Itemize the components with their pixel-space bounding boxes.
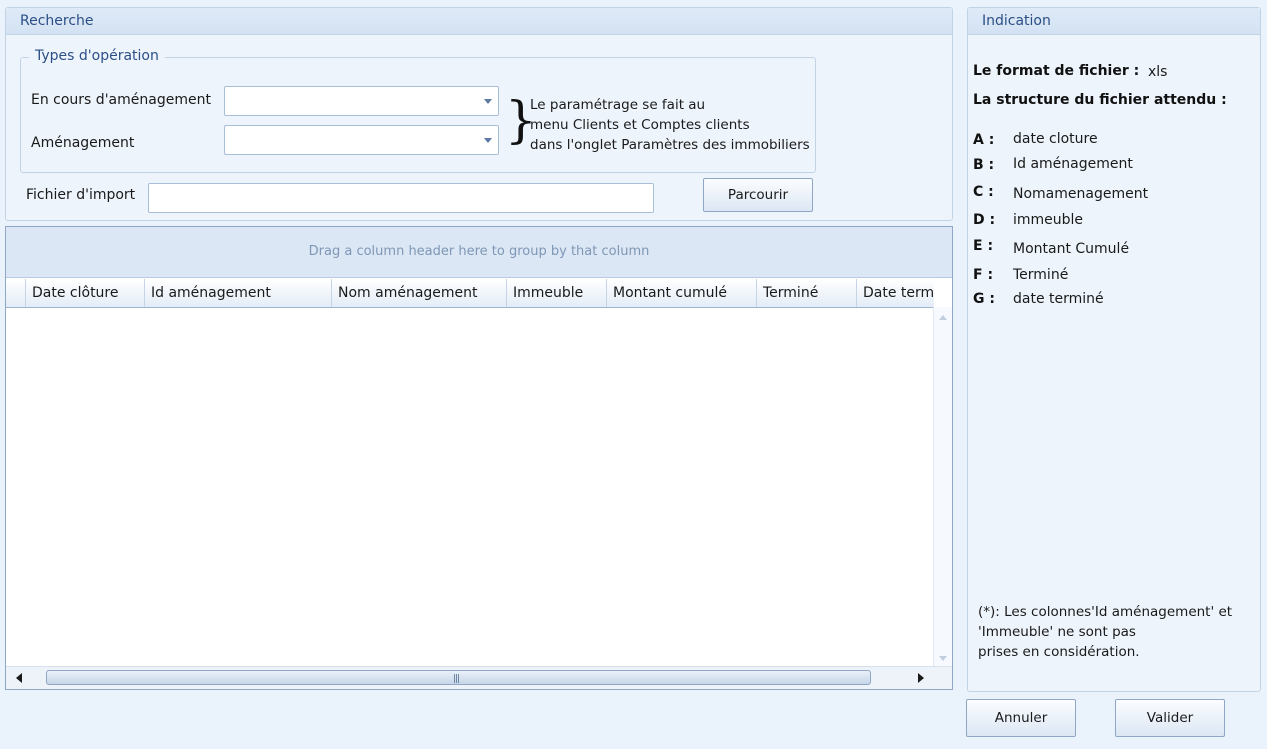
column-header-termine[interactable]: Terminé [756, 279, 856, 307]
structure-letter: D : [973, 212, 996, 228]
structure-field: immeuble [1013, 212, 1084, 228]
structure-letter: E : [973, 238, 994, 254]
grid-body[interactable] [6, 308, 934, 669]
annuler-button[interactable]: Annuler [966, 699, 1076, 737]
indication-panel: Indication Le format de fichier : xls La… [967, 7, 1261, 692]
types-operation-legend: Types d'opération [29, 48, 165, 64]
column-header-id-amenagement[interactable]: Id aménagement [144, 279, 331, 307]
parametrage-note-line: menu Clients et Comptes clients [530, 117, 750, 133]
chevron-down-icon[interactable] [484, 138, 492, 143]
grip-icon: ||| [453, 674, 460, 684]
amenagement-combo[interactable] [224, 125, 499, 155]
format-label: Le format de fichier : [973, 63, 1140, 79]
horizontal-scroll-thumb[interactable]: ||| [46, 670, 871, 685]
parametrage-note-line: dans l'onglet Paramètres des immobiliers [530, 137, 810, 153]
group-by-panel[interactable]: Drag a column header here to group by th… [6, 227, 952, 278]
recherche-title: Recherche [6, 8, 952, 35]
horizontal-scrollbar[interactable]: ||| [6, 666, 952, 689]
structure-field: Id aménagement [1013, 156, 1133, 172]
footnote: (*): Les colonnes'Id aménagement' et 'Im… [978, 602, 1248, 662]
parcourir-button[interactable]: Parcourir [703, 178, 813, 212]
vertical-scrollbar[interactable] [933, 307, 952, 669]
scroll-left-icon[interactable] [16, 673, 22, 683]
valider-button[interactable]: Valider [1115, 699, 1225, 737]
grid-header-row: Date clôture Id aménagement Nom aménagem… [6, 279, 934, 308]
column-header-montant-cumule[interactable]: Montant cumulé [606, 279, 756, 307]
structure-letter: C : [973, 184, 994, 200]
footnote-line: (*): Les colonnes'Id aménagement' et [978, 604, 1233, 620]
structure-field: Nomamenagement [1013, 186, 1149, 202]
scroll-right-icon[interactable] [918, 673, 924, 683]
structure-field: Terminé [1013, 267, 1069, 283]
column-header-immeuble[interactable]: Immeuble [506, 279, 606, 307]
format-value: xls [1148, 64, 1168, 80]
structure-letter: G : [973, 291, 995, 307]
structure-field: Montant Cumulé [1013, 241, 1130, 257]
structure-letter: A : [973, 132, 995, 148]
structure-field: date terminé [1013, 291, 1104, 307]
recherche-panel: Recherche Types d'opération En cours d'a… [5, 7, 953, 221]
footnote-line: 'Immeuble' ne sont pas [978, 624, 1136, 640]
footnote-line: prises en considération. [978, 644, 1140, 660]
parametrage-note: Le paramétrage se fait au menu Clients e… [530, 95, 810, 155]
scroll-up-icon[interactable] [939, 315, 947, 320]
en-cours-amenagement-label: En cours d'aménagement [31, 92, 211, 108]
amenagement-label: Aménagement [31, 135, 135, 151]
import-grid: Drag a column header here to group by th… [5, 226, 953, 690]
column-header-date-cloture[interactable]: Date clôture [25, 279, 144, 307]
fichier-import-input[interactable] [148, 183, 654, 213]
structure-field: date cloture [1013, 131, 1098, 147]
column-header-nom-amenagement[interactable]: Nom aménagement [331, 279, 506, 307]
structure-letter: B : [973, 157, 995, 173]
chevron-down-icon[interactable] [484, 99, 492, 104]
types-operation-group: Types d'opération En cours d'aménagement… [20, 48, 816, 173]
indication-title: Indication [968, 8, 1260, 35]
parametrage-note-line: Le paramétrage se fait au [530, 97, 706, 113]
structure-label: La structure du fichier attendu : [973, 92, 1227, 108]
en-cours-amenagement-combo[interactable] [224, 86, 499, 116]
structure-letter: F : [973, 267, 994, 283]
fichier-import-label: Fichier d'import [26, 187, 136, 203]
group-by-hint: Drag a column header here to group by th… [308, 244, 650, 259]
scroll-down-icon[interactable] [939, 656, 947, 661]
column-header-date-termine[interactable]: Date termi [856, 279, 934, 307]
